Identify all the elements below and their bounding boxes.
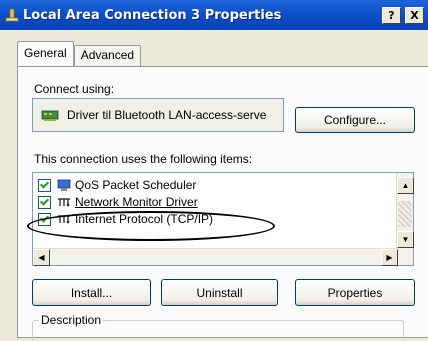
list-item[interactable]: QoS Packet Scheduler [38, 177, 196, 193]
scroll-left-button[interactable]: ◀ [33, 249, 50, 266]
network-adapter-icon [41, 108, 59, 122]
description-group: Description [32, 313, 404, 341]
install-button[interactable]: Install... [32, 279, 151, 306]
network-service-icon [57, 178, 71, 192]
scroll-track[interactable] [398, 201, 412, 227]
list-item[interactable]: Network Monitor Driver [38, 194, 198, 210]
adapter-name: Driver til Bluetooth LAN-access-serve [67, 108, 267, 122]
scroll-down-button[interactable]: ▼ [397, 231, 414, 248]
tab-advanced[interactable]: Advanced [73, 45, 142, 66]
tab-general[interactable]: General [17, 41, 74, 66]
window-title: Local Area Connection 3 Properties [23, 7, 282, 23]
properties-button[interactable]: Properties [295, 279, 415, 306]
item-label: QoS Packet Scheduler [75, 178, 197, 192]
uninstall-button[interactable]: Uninstall [161, 279, 278, 306]
vertical-scrollbar[interactable]: ▲ ▼ [396, 173, 414, 265]
protocol-icon [57, 195, 71, 209]
highlight-annotation [27, 211, 275, 241]
scroll-up-button[interactable]: ▲ [397, 177, 414, 194]
horizontal-scrollbar[interactable]: ◀ ▶ [33, 248, 398, 266]
close-button[interactable]: X [405, 7, 424, 24]
connect-using-label: Connect using: [34, 82, 115, 96]
item-label: Network Monitor Driver [75, 195, 198, 209]
adapter-field: Driver til Bluetooth LAN-access-serve [32, 98, 284, 132]
items-label: This connection uses the following items… [34, 152, 253, 166]
network-connection-icon [5, 8, 19, 22]
item-checkbox[interactable] [38, 178, 51, 192]
scroll-right-button[interactable]: ▶ [381, 249, 398, 266]
tab-strip: General Advanced [17, 41, 142, 66]
configure-button[interactable]: Configure... [295, 107, 415, 133]
title-bar[interactable]: Local Area Connection 3 Properties ? X [0, 0, 428, 30]
item-checkbox[interactable] [38, 195, 51, 209]
help-button[interactable]: ? [382, 7, 401, 24]
